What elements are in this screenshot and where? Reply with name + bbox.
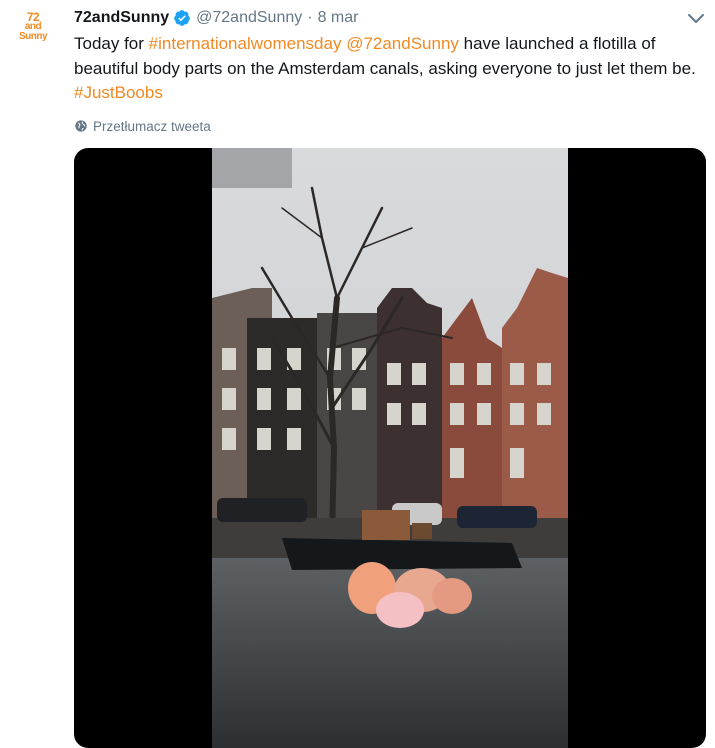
globe-icon: [75, 120, 87, 132]
verified-badge-icon: [174, 10, 191, 26]
video-player[interactable]: [74, 148, 706, 748]
chevron-down-icon[interactable]: [686, 10, 706, 28]
avatar-text-line-3: Sunny: [18, 31, 48, 42]
video-frame: [212, 148, 568, 748]
separator-dot: ·: [307, 9, 313, 26]
avatar[interactable]: 72 and Sunny: [10, 11, 56, 58]
display-name[interactable]: 72andSunny: [74, 9, 169, 27]
user-handle[interactable]: @72andSunny: [196, 9, 302, 27]
tweet-header: 72andSunny @72andSunny · 8 mar: [74, 6, 358, 30]
tweet-date[interactable]: 8 mar: [318, 9, 359, 27]
mention-link-72andsunny[interactable]: @72andSunny: [346, 34, 459, 53]
translate-tweet-link[interactable]: Przetłumacz tweeta: [74, 116, 211, 136]
tweet-text: Today for #internationalwomensday @72and…: [74, 32, 699, 106]
hashtag-link-justboobs[interactable]: #JustBoobs: [74, 83, 163, 102]
tweet-text-segment: Today for: [74, 34, 149, 53]
translate-label: Przetłumacz tweeta: [93, 118, 211, 134]
hashtag-link-internationalwomensday[interactable]: #internationalwomensday: [149, 34, 342, 53]
